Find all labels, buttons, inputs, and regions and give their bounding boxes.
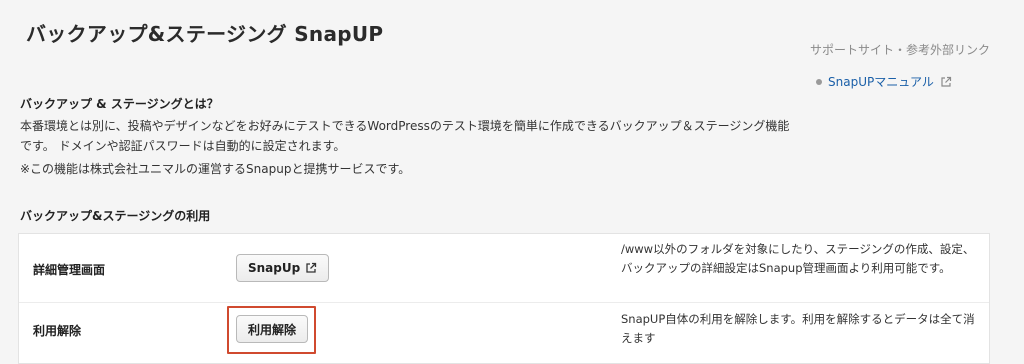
row-label-admin: 詳細管理画面 xyxy=(33,263,106,277)
bullet-icon xyxy=(816,78,822,85)
row-description-admin: /www以外のフォルダを対象にしたり、ステージングの作成、設定、バックアップの詳… xyxy=(621,242,975,275)
row-description-cancel: SnapUP自体の利用を解除します。利用を解除するとデータは全て消えます xyxy=(621,312,975,345)
table-row-admin: 詳細管理画面 SnapUp /www以外のフォルダを対象にしたり、ステージングの… xyxy=(19,234,989,303)
cancel-usage-button[interactable]: 利用解除 xyxy=(236,315,309,343)
usage-table: 詳細管理画面 SnapUp /www以外のフォルダを対象にしたり、ステージングの… xyxy=(18,233,990,364)
support-heading: サポートサイト・参考外部リンク xyxy=(809,43,990,57)
snapup-button[interactable]: SnapUp xyxy=(236,254,330,282)
usage-section-title: バックアップ&ステージングの利用 xyxy=(20,209,211,223)
snapup-button-label: SnapUp xyxy=(248,261,301,275)
about-note: ※この機能は株式会社ユニマルの運営するSnapupと提携サービスです。 xyxy=(20,162,411,176)
page-title: バックアップ&ステージング SnapUP xyxy=(26,22,384,46)
snapup-manual-link[interactable]: SnapUPマニュアル xyxy=(816,73,952,90)
about-section-title: バックアップ & ステージングとは？ xyxy=(20,97,219,111)
row-label-cancel: 利用解除 xyxy=(33,324,82,338)
about-description: 本番環境とは別に、投稿やデザインなどをお好みにテストできるWordPressのテ… xyxy=(20,119,790,153)
table-row-cancel: 利用解除 利用解除 SnapUP自体の利用を解除します。利用を解除するとデータは… xyxy=(19,303,989,364)
snapup-manual-link-label: SnapUPマニュアル xyxy=(828,75,934,89)
external-link-icon xyxy=(941,76,951,87)
external-link-icon xyxy=(306,262,317,273)
